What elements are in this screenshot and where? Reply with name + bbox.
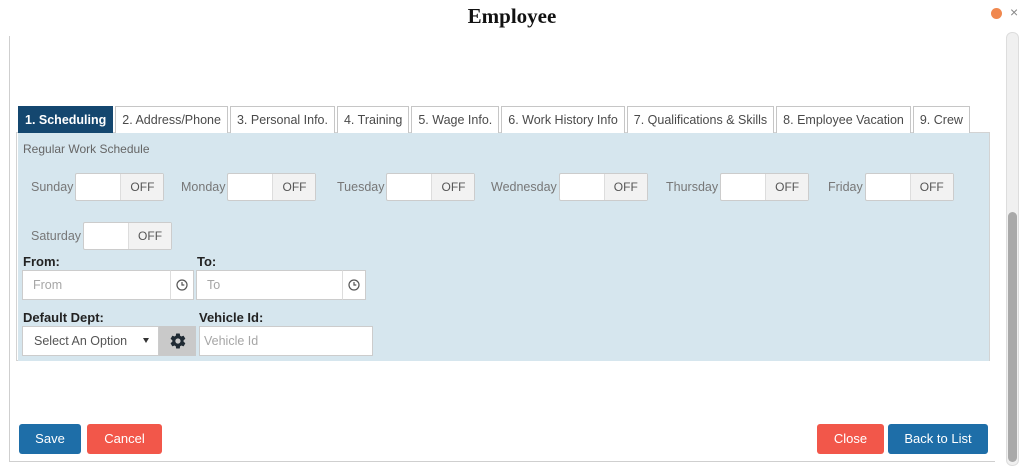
toggle-state: OFF bbox=[272, 174, 316, 200]
day-monday: Monday OFF bbox=[181, 173, 317, 201]
section-label: Regular Work Schedule bbox=[23, 142, 150, 156]
day-sunday: Sunday OFF bbox=[31, 173, 165, 201]
toggle-state: OFF bbox=[120, 174, 164, 200]
to-time-input[interactable] bbox=[196, 270, 343, 300]
dropdown-caret-icon bbox=[143, 338, 149, 343]
clock-icon bbox=[348, 279, 360, 291]
day-wednesday: Wednesday OFF bbox=[491, 173, 648, 201]
minimize-dot-icon[interactable] bbox=[991, 8, 1002, 19]
day-friday: Friday OFF bbox=[828, 173, 954, 201]
day-label: Wednesday bbox=[491, 180, 557, 194]
close-button[interactable]: Close bbox=[817, 424, 884, 454]
default-dept-select[interactable]: Select An Option bbox=[22, 326, 159, 356]
dialog-bottom-border bbox=[9, 461, 995, 462]
day-tuesday: Tuesday OFF bbox=[337, 173, 476, 201]
from-time-input[interactable] bbox=[22, 270, 171, 300]
dialog-left-border bbox=[9, 36, 10, 462]
thursday-toggle[interactable]: OFF bbox=[720, 173, 810, 201]
day-thursday: Thursday OFF bbox=[666, 173, 810, 201]
toggle-state: OFF bbox=[603, 174, 647, 200]
vehicle-id-input[interactable] bbox=[199, 326, 373, 356]
scrollbar-thumb[interactable] bbox=[1008, 212, 1017, 462]
gear-icon bbox=[170, 333, 185, 349]
toggle-state: OFF bbox=[765, 174, 809, 200]
tab-qualifications-skills[interactable]: 7. Qualifications & Skills bbox=[626, 106, 775, 133]
day-saturday: Saturday OFF bbox=[31, 222, 173, 250]
day-label: Sunday bbox=[31, 180, 74, 194]
default-dept-label: Default Dept: bbox=[23, 310, 104, 325]
close-window-icon[interactable]: × bbox=[1010, 4, 1018, 20]
back-to-list-button[interactable]: Back to List bbox=[888, 424, 988, 454]
tab-personal-info[interactable]: 3. Personal Info. bbox=[229, 106, 335, 133]
toggle-state: OFF bbox=[128, 223, 172, 249]
saturday-toggle[interactable]: OFF bbox=[83, 222, 173, 250]
cancel-button[interactable]: Cancel bbox=[87, 424, 162, 454]
tab-work-history-info[interactable]: 6. Work History Info bbox=[501, 106, 625, 133]
from-clock-button[interactable] bbox=[170, 270, 194, 300]
to-label: To: bbox=[197, 254, 217, 269]
day-label: Friday bbox=[828, 180, 863, 194]
vehicle-id-label: Vehicle Id: bbox=[199, 310, 264, 325]
to-clock-button[interactable] bbox=[342, 270, 366, 300]
tab-crew[interactable]: 9. Crew bbox=[912, 106, 970, 133]
tab-address-phone[interactable]: 2. Address/Phone bbox=[115, 106, 228, 133]
day-label: Saturday bbox=[31, 229, 82, 243]
tab-scheduling[interactable]: 1. Scheduling bbox=[18, 106, 114, 133]
wednesday-toggle[interactable]: OFF bbox=[558, 173, 648, 201]
day-label: Thursday bbox=[666, 180, 719, 194]
clock-icon bbox=[176, 279, 188, 291]
save-button[interactable]: Save bbox=[19, 424, 81, 454]
toggle-state: OFF bbox=[909, 174, 953, 200]
day-label: Tuesday bbox=[337, 180, 385, 194]
monday-toggle[interactable]: OFF bbox=[227, 173, 317, 201]
tab-training[interactable]: 4. Training bbox=[336, 106, 410, 133]
toggle-state: OFF bbox=[431, 174, 475, 200]
window-title: Employee bbox=[467, 4, 557, 28]
from-label: From: bbox=[23, 254, 60, 269]
sunday-toggle[interactable]: OFF bbox=[75, 173, 165, 201]
tab-bar: 1. Scheduling 2. Address/Phone 3. Person… bbox=[18, 106, 972, 133]
tab-wage-info[interactable]: 5. Wage Info. bbox=[411, 106, 500, 133]
day-label: Monday bbox=[181, 180, 226, 194]
friday-toggle[interactable]: OFF bbox=[864, 173, 954, 201]
tab-employee-vacation[interactable]: 8. Employee Vacation bbox=[776, 106, 911, 133]
dept-settings-button[interactable] bbox=[159, 326, 196, 356]
tuesday-toggle[interactable]: OFF bbox=[386, 173, 476, 201]
